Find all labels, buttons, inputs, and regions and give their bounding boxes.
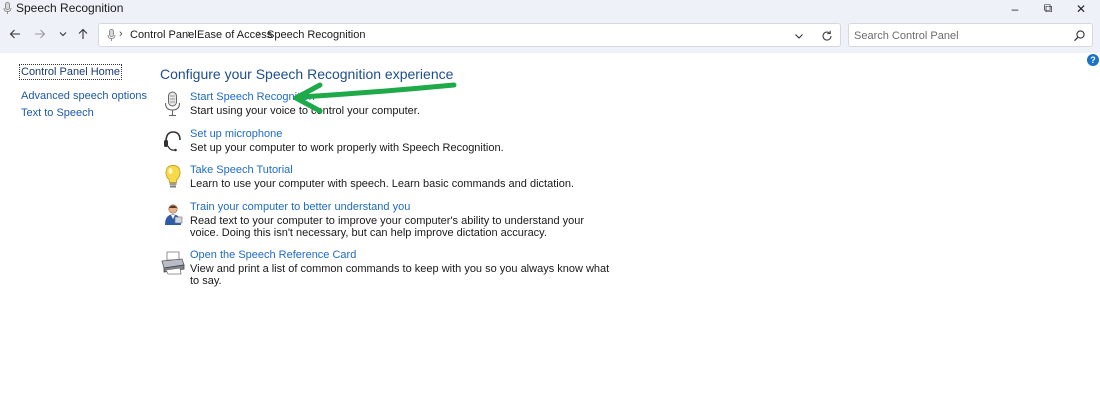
- breadcrumb-speech-recognition[interactable]: Speech Recognition: [267, 29, 365, 42]
- arrow-left-icon: [9, 29, 20, 39]
- headset-icon[interactable]: [160, 128, 186, 154]
- page-title: Configure your Speech Recognition experi…: [160, 66, 454, 82]
- help-button[interactable]: ?: [1087, 54, 1099, 66]
- start-speech-recognition-link[interactable]: Start Speech Recognition: [190, 91, 315, 104]
- navigation-bar: › Control Panel › Ease of Access › Speec…: [0, 17, 1100, 53]
- back-button[interactable]: [7, 26, 23, 42]
- forward-button[interactable]: [32, 26, 48, 42]
- task-description: Set up your computer to work properly wi…: [190, 142, 504, 154]
- breadcrumb-separator[interactable]: ›: [187, 28, 191, 41]
- microphone-icon[interactable]: [160, 91, 186, 117]
- open-reference-card-link[interactable]: Open the Speech Reference Card: [190, 249, 356, 262]
- text-to-speech-link[interactable]: Text to Speech: [21, 107, 94, 120]
- task-description: Start using your voice to control your c…: [190, 105, 420, 117]
- take-speech-tutorial-link[interactable]: Take Speech Tutorial: [190, 164, 293, 177]
- set-up-microphone-link[interactable]: Set up microphone: [190, 128, 282, 141]
- advanced-speech-options-link[interactable]: Advanced speech options: [21, 90, 147, 103]
- task-description: Read text to your computer to improve yo…: [190, 215, 585, 239]
- up-button[interactable]: [75, 26, 91, 42]
- train-computer-link[interactable]: Train your computer to better understand…: [190, 201, 410, 214]
- task-description: View and print a list of common commands…: [190, 263, 610, 287]
- minimize-button[interactable]: –: [998, 0, 1032, 17]
- search-box[interactable]: [848, 23, 1093, 47]
- chevron-down-icon: [59, 32, 67, 37]
- search-icon[interactable]: [1073, 29, 1086, 42]
- microphone-icon: [3, 2, 12, 14]
- address-bar[interactable]: › Control Panel › Ease of Access › Speec…: [98, 23, 841, 47]
- lightbulb-icon[interactable]: [160, 164, 186, 190]
- window-title: Speech Recognition: [16, 1, 124, 15]
- control-panel-home-link[interactable]: Control Panel Home: [19, 64, 123, 80]
- refresh-icon[interactable]: [820, 29, 834, 43]
- arrow-right-icon: [35, 29, 46, 39]
- task-description: Learn to use your computer with speech. …: [190, 178, 574, 190]
- arrow-up-icon: [78, 28, 88, 39]
- title-bar: Speech Recognition – ⧉ ✕: [0, 0, 1100, 17]
- close-button[interactable]: ✕: [1064, 0, 1098, 17]
- restore-button[interactable]: ⧉: [1031, 0, 1065, 17]
- chevron-down-icon[interactable]: [792, 29, 806, 43]
- user-training-icon[interactable]: [160, 201, 186, 227]
- breadcrumb-separator[interactable]: ›: [119, 28, 123, 41]
- printer-icon[interactable]: [160, 249, 186, 275]
- breadcrumb-separator[interactable]: ›: [257, 28, 261, 41]
- recent-locations-button[interactable]: [55, 26, 71, 42]
- search-input[interactable]: [854, 28, 1069, 43]
- microphone-icon: [107, 29, 116, 41]
